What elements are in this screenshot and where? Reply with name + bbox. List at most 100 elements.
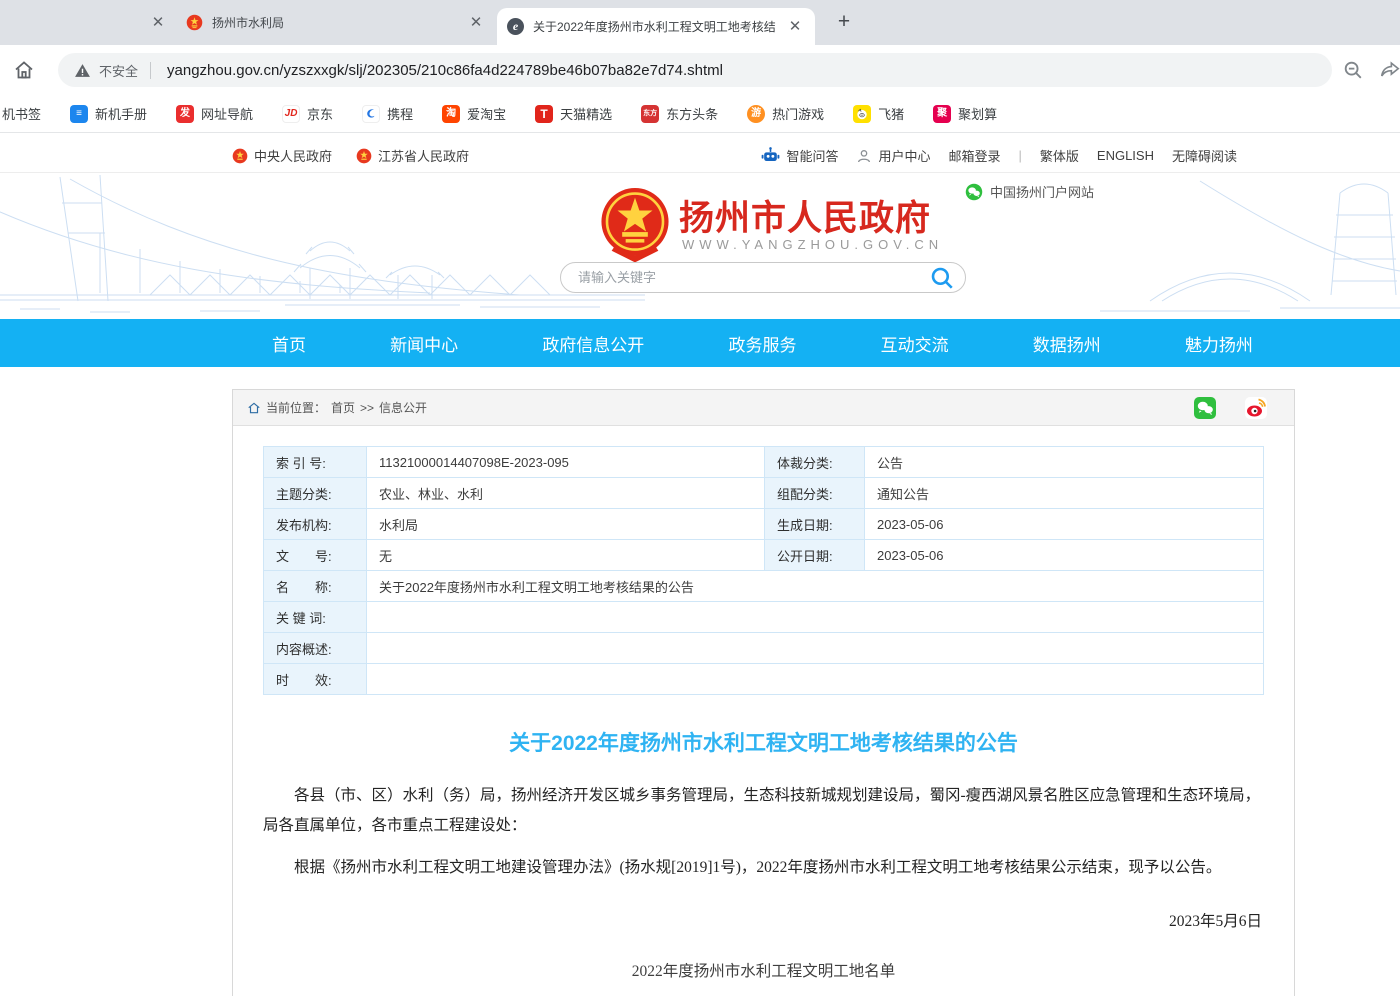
meta-value-cell: 公告 [865, 447, 1264, 478]
bookmark-favicon: 东方 [641, 105, 659, 123]
tab-active-announcement[interactable]: e 关于2022年度扬州市水利工程文明工地考核结果的公告 ✕ [497, 8, 815, 45]
bookmark-item[interactable]: 东方 东方头条 [641, 104, 718, 123]
breadcrumb-prefix: 当前位置： [266, 399, 326, 416]
site-search-box [560, 262, 966, 293]
meta-value-cell: 水利局 [367, 509, 765, 540]
meta-value-cell: 2023-05-06 [865, 540, 1264, 571]
bookmark-label: 携程 [387, 104, 413, 123]
nav-news[interactable]: 新闻中心 [390, 331, 458, 356]
bookmark-item[interactable]: 游 热门游戏 [747, 104, 824, 123]
article-paragraph: 根据《扬州市水利工程文明工地建设管理办法》(扬水规[2019]1号)，2022年… [263, 853, 1264, 883]
metadata-table: 索 引 号: 11321000014407098E-2023-095 体裁分类:… [263, 446, 1264, 695]
breadcrumb-current[interactable]: 信息公开 [379, 399, 427, 416]
robot-icon [761, 146, 780, 165]
bookmark-favicon: 游 [747, 105, 765, 123]
breadcrumb-separator: >> [360, 401, 374, 415]
meta-label-cell: 公开日期: [765, 540, 865, 571]
portal-link[interactable]: 中国扬州门户网站 [965, 182, 1094, 201]
fliggy-pig-favicon [853, 105, 871, 123]
bookmark-item[interactable]: JD 京东 [282, 104, 333, 123]
webpage: 中央人民政府 江苏省人民政府 智能问答 用户中心 邮箱登录 | 繁体版 ENGL… [0, 133, 1400, 996]
link-central-gov[interactable]: 中央人民政府 [232, 146, 332, 165]
meta-value-cell: 通知公告 [865, 478, 1264, 509]
new-tab-button[interactable]: + [830, 9, 858, 37]
search-icon[interactable] [929, 265, 955, 291]
link-english[interactable]: ENGLISH [1097, 148, 1154, 163]
link-label: ENGLISH [1097, 148, 1154, 163]
share-icon[interactable] [1379, 59, 1400, 81]
gov-links-bar: 中央人民政府 江苏省人民政府 智能问答 用户中心 邮箱登录 | 繁体版 ENGL… [0, 139, 1400, 173]
bookmark-label: 东方头条 [666, 104, 718, 123]
link-user-center[interactable]: 用户中心 [856, 146, 930, 165]
nav-interaction[interactable]: 互动交流 [881, 331, 949, 356]
meta-label-cell: 生成日期: [765, 509, 865, 540]
home-icon[interactable] [12, 58, 36, 82]
bookmark-item[interactable]: 携程 [362, 104, 413, 123]
breadcrumb: 当前位置： 首页 >> 信息公开 [233, 390, 1294, 426]
bookmark-favicon: 发 [176, 105, 194, 123]
gov-emblem-icon [232, 148, 248, 164]
breadcrumb-home-icon [247, 401, 261, 415]
bookmark-favicon: JD [282, 105, 300, 123]
not-secure-warning-icon[interactable] [74, 62, 91, 79]
breadcrumb-home-link[interactable]: 首页 [331, 399, 355, 416]
zoom-out-icon[interactable] [1342, 59, 1364, 81]
bookmark-item[interactable]: 淘 爱淘宝 [442, 104, 506, 123]
meta-label-cell: 名 称: [264, 571, 367, 602]
nav-home[interactable]: 首页 [272, 331, 306, 356]
meta-label-cell: 时 效: [264, 664, 367, 695]
bookmark-favicon: ≡ [70, 105, 88, 123]
link-label: 邮箱登录 [948, 146, 1000, 165]
meta-label-cell: 组配分类: [765, 478, 865, 509]
page-favicon: e [507, 18, 524, 35]
site-url-caption: WWW.YANGZHOU.GOV.CN [682, 237, 943, 252]
search-input[interactable] [578, 270, 929, 285]
table-row: 名 称: 关于2022年度扬州市水利工程文明工地考核结果的公告 [264, 571, 1264, 602]
portal-label: 中国扬州门户网站 [990, 182, 1094, 201]
link-mail-login[interactable]: 邮箱登录 [948, 146, 1000, 165]
bookmark-item[interactable]: 发 网址导航 [176, 104, 253, 123]
close-icon[interactable]: ✕ [148, 13, 168, 33]
user-icon [856, 148, 872, 164]
nav-charm[interactable]: 魅力扬州 [1185, 331, 1253, 356]
bookmark-label: 京东 [307, 104, 333, 123]
bookmark-label: 飞猪 [878, 104, 904, 123]
nav-data[interactable]: 数据扬州 [1033, 331, 1101, 356]
site-title: 扬州市人民政府 [679, 190, 931, 241]
close-icon[interactable]: ✕ [785, 17, 805, 37]
bookmark-item[interactable]: ≡ 新机手册 [70, 104, 147, 123]
meta-label-cell: 索 引 号: [264, 447, 367, 478]
nav-info-disclosure[interactable]: 政府信息公开 [542, 331, 644, 356]
security-label: 不安全 [99, 61, 138, 80]
bookmark-label: 机书签 [2, 104, 41, 123]
divider [150, 62, 151, 79]
close-icon[interactable]: ✕ [466, 13, 486, 33]
bookmark-label: 爱淘宝 [467, 104, 506, 123]
tab-title: 扬州市水利局 [212, 14, 457, 31]
link-smart-qa[interactable]: 智能问答 [761, 146, 838, 165]
url-bar[interactable]: 不安全 yangzhou.gov.cn/yzszxxgk/slj/202305/… [58, 53, 1332, 87]
bookmark-item[interactable]: 飞猪 [853, 104, 904, 123]
wechat-share-icon[interactable] [1193, 396, 1217, 420]
meta-label-cell: 主题分类: [264, 478, 367, 509]
bookmark-item[interactable]: T 天猫精选 [535, 104, 612, 123]
bookmark-item[interactable]: 聚 聚划算 [933, 104, 997, 123]
link-label: 繁体版 [1040, 146, 1079, 165]
bookmark-item[interactable]: 机书签 [2, 104, 41, 123]
bookmark-label: 天猫精选 [560, 104, 612, 123]
meta-value-cell: 农业、林业、水利 [367, 478, 765, 509]
table-row: 文 号: 无 公开日期: 2023-05-06 [264, 540, 1264, 571]
tab-shuiliju[interactable]: 扬州市水利局 ✕ [180, 0, 492, 45]
bookmarks-bar: 机书签 ≡ 新机手册 发 网址导航 JD 京东 携程 淘 爱淘宝 T 天猫精选 … [0, 95, 1400, 133]
gov-emblem-favicon [186, 14, 203, 31]
meta-value-cell: 2023-05-06 [865, 509, 1264, 540]
nav-services[interactable]: 政务服务 [728, 331, 796, 356]
bookmark-label: 聚划算 [958, 104, 997, 123]
weibo-share-icon[interactable] [1244, 396, 1268, 420]
bookmark-label: 网址导航 [201, 104, 253, 123]
bookmark-label: 新机手册 [95, 104, 147, 123]
link-traditional[interactable]: 繁体版 [1040, 146, 1079, 165]
link-label: 无障碍阅读 [1172, 146, 1237, 165]
link-jiangsu-gov[interactable]: 江苏省人民政府 [356, 146, 469, 165]
link-accessible[interactable]: 无障碍阅读 [1172, 146, 1237, 165]
